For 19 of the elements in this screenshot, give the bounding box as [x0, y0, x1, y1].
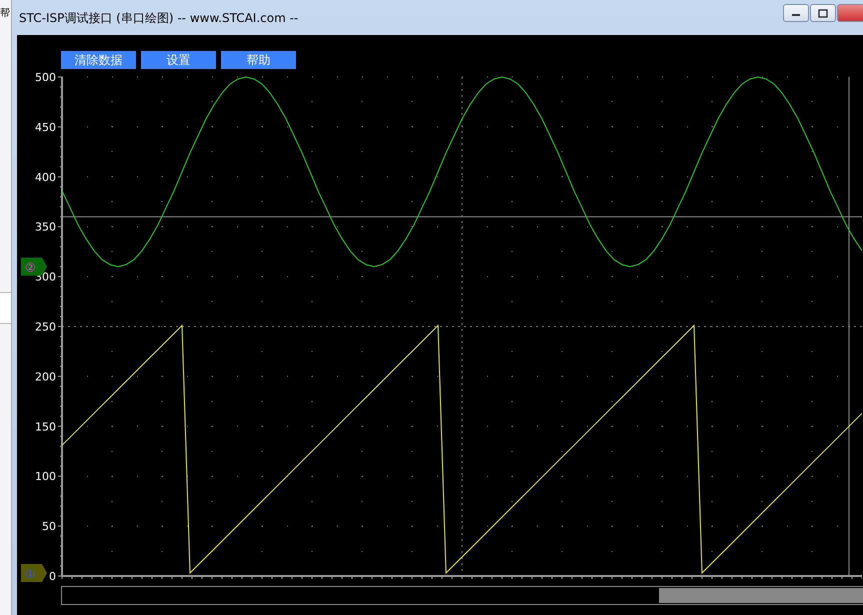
minimize-button[interactable] — [783, 4, 809, 22]
y-tick-label: 100 — [35, 470, 56, 484]
y-tick-label: 150 — [35, 420, 56, 434]
y-tick-label: 50 — [42, 520, 56, 534]
maximize-icon — [818, 8, 828, 18]
y-tick-label: 0 — [49, 570, 56, 583]
toolbar-button[interactable]: 帮助 — [221, 51, 296, 69]
y-tick-label: 200 — [35, 370, 56, 384]
y-tick-label: 400 — [35, 170, 56, 184]
window-title: STC-ISP调试接口 (串口绘图) -- www.STCAI.com -- — [18, 10, 300, 27]
maximize-button[interactable] — [810, 4, 836, 22]
y-tick-label: 250 — [35, 320, 56, 334]
toolbar-button[interactable]: 设置 — [141, 51, 216, 69]
y-tick-label: 350 — [35, 220, 56, 234]
background-window-text: 帮 — [0, 6, 11, 20]
scrollbar-thumb[interactable] — [659, 588, 863, 603]
toolbar-button[interactable]: 清除数据 — [61, 51, 136, 69]
y-tick-label: 450 — [35, 120, 56, 134]
y-tick-label: 500 — [35, 71, 56, 84]
